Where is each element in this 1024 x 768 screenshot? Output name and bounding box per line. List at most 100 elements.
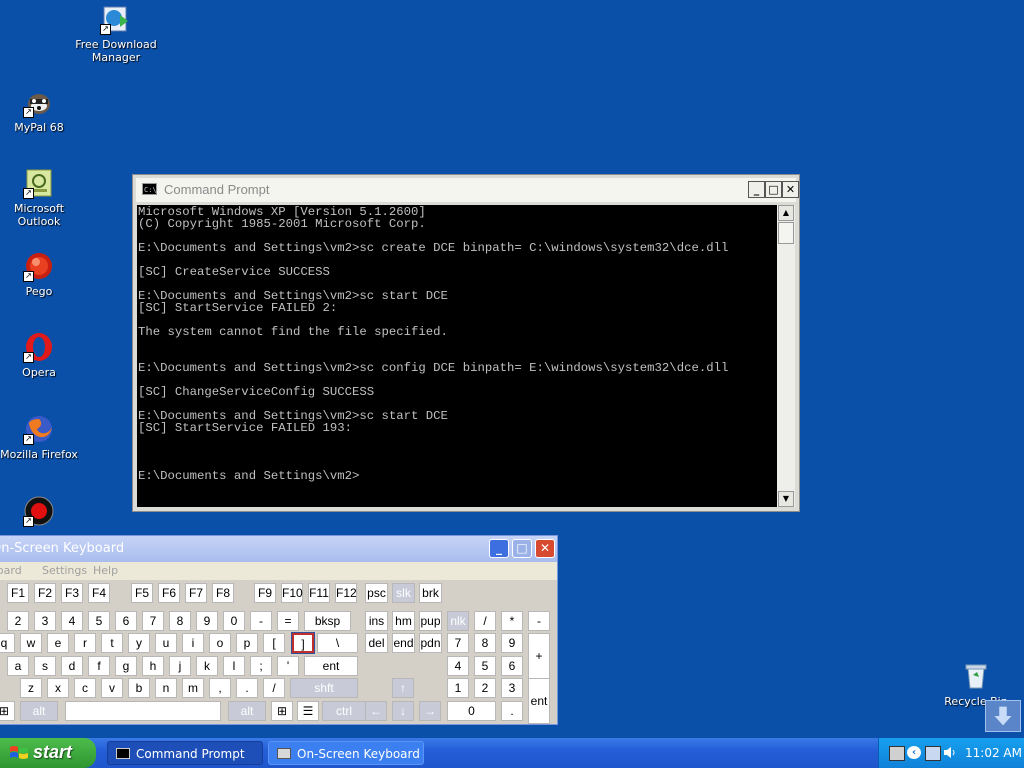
key-end[interactable]: end bbox=[392, 633, 415, 653]
key-0[interactable]: 0 bbox=[223, 611, 245, 631]
key-j[interactable]: j bbox=[169, 656, 191, 676]
menu-keyboard[interactable]: Keyboard bbox=[0, 564, 22, 577]
key-F10[interactable]: F10 bbox=[281, 583, 303, 603]
key-6[interactable]: 6 bbox=[501, 656, 523, 676]
key-=[interactable]: = bbox=[277, 611, 299, 631]
key-/[interactable]: / bbox=[263, 678, 285, 698]
key-F3[interactable]: F3 bbox=[61, 583, 83, 603]
scroll-thumb[interactable] bbox=[778, 222, 794, 244]
key-F9[interactable]: F9 bbox=[254, 583, 276, 603]
maximize-button[interactable]: □ bbox=[512, 539, 532, 558]
console-output-area[interactable]: Microsoft Windows XP [Version 5.1.2600] … bbox=[137, 205, 777, 507]
key-space[interactable] bbox=[65, 701, 221, 721]
key-y[interactable]: y bbox=[128, 633, 150, 653]
key-k[interactable]: k bbox=[196, 656, 218, 676]
key-w[interactable]: w bbox=[20, 633, 42, 653]
key-u[interactable]: u bbox=[155, 633, 177, 653]
key-p[interactable]: p bbox=[236, 633, 258, 653]
key-m[interactable]: m bbox=[182, 678, 204, 698]
key-hm[interactable]: hm bbox=[392, 611, 415, 631]
key-F8[interactable]: F8 bbox=[212, 583, 234, 603]
key-pdn[interactable]: pdn bbox=[419, 633, 442, 653]
desktop-icon-outlook[interactable]: ↗ Microsoft Outlook bbox=[0, 167, 89, 228]
key-n[interactable]: n bbox=[155, 678, 177, 698]
key-slk[interactable]: slk bbox=[392, 583, 415, 603]
key-ctrl[interactable]: ctrl bbox=[322, 701, 366, 721]
key-8[interactable]: 8 bbox=[474, 633, 496, 653]
taskbar-item-on-screen-keyboard[interactable]: On-Screen Keyboard bbox=[268, 741, 424, 765]
key-↓[interactable]: ↓ bbox=[392, 701, 414, 721]
key-9[interactable]: 9 bbox=[501, 633, 523, 653]
close-button[interactable]: ✕ bbox=[782, 181, 799, 198]
key--[interactable]: - bbox=[250, 611, 272, 631]
minimize-button[interactable]: _ bbox=[748, 181, 765, 198]
key-b[interactable]: b bbox=[128, 678, 150, 698]
taskbar-item-command-prompt[interactable]: Command Prompt bbox=[107, 741, 263, 765]
key-8[interactable]: 8 bbox=[169, 611, 191, 631]
key-←[interactable]: ← bbox=[365, 701, 387, 721]
desktop-icon-firefox[interactable]: ↗ Mozilla Firefox bbox=[0, 413, 89, 461]
key-.[interactable]: . bbox=[501, 701, 523, 721]
key-e[interactable]: e bbox=[47, 633, 69, 653]
key-del[interactable]: del bbox=[365, 633, 388, 653]
desktop-icon-recorder[interactable]: ↗ bbox=[0, 495, 89, 530]
key-2[interactable]: 2 bbox=[7, 611, 29, 631]
key-x[interactable]: x bbox=[47, 678, 69, 698]
key-F1[interactable]: F1 bbox=[7, 583, 29, 603]
chevron-left-icon[interactable]: ‹ bbox=[907, 746, 921, 759]
key-v[interactable]: v bbox=[101, 678, 123, 698]
key-/[interactable]: / bbox=[474, 611, 496, 631]
scroll-up-button[interactable]: ▲ bbox=[778, 205, 794, 221]
key-][interactable]: ] bbox=[291, 632, 315, 654]
key-7[interactable]: 7 bbox=[142, 611, 164, 631]
key-f[interactable]: f bbox=[88, 656, 110, 676]
key-5[interactable]: 5 bbox=[474, 656, 496, 676]
key-9[interactable]: 9 bbox=[196, 611, 218, 631]
maximize-button[interactable]: □ bbox=[765, 181, 782, 198]
scroll-down-button[interactable]: ▼ bbox=[778, 491, 794, 507]
key-F6[interactable]: F6 bbox=[158, 583, 180, 603]
key-a[interactable]: a bbox=[7, 656, 29, 676]
desktop-icon-pego[interactable]: ↗ Pego bbox=[0, 250, 89, 298]
key-0[interactable]: 0 bbox=[447, 701, 496, 721]
title-bar[interactable]: On-Screen Keyboard _ □ ✕ bbox=[0, 536, 557, 562]
desktop-icon-opera[interactable]: ↗ Opera bbox=[0, 331, 89, 379]
key-l[interactable]: l bbox=[223, 656, 245, 676]
desktop-icon-mypal[interactable]: ↗ MyPal 68 bbox=[0, 86, 89, 134]
key-alt[interactable]: alt bbox=[228, 701, 266, 721]
key-F5[interactable]: F5 bbox=[131, 583, 153, 603]
on-screen-keyboard-window[interactable]: On-Screen Keyboard _ □ ✕ Keyboard Settin… bbox=[0, 535, 558, 725]
keyboard-tray-icon[interactable] bbox=[889, 746, 905, 761]
key-2[interactable]: 2 bbox=[474, 678, 496, 698]
key-F2[interactable]: F2 bbox=[34, 583, 56, 603]
key-⊞[interactable]: ⊞ bbox=[271, 701, 293, 721]
key-h[interactable]: h bbox=[142, 656, 164, 676]
clock[interactable]: 11:02 AM bbox=[965, 746, 1022, 760]
menu-help[interactable]: Help bbox=[93, 564, 118, 577]
key-bksp[interactable]: bksp bbox=[304, 611, 351, 631]
download-arrow-icon[interactable] bbox=[985, 700, 1021, 732]
menu-settings[interactable]: Settings bbox=[42, 564, 87, 577]
key-3[interactable]: 3 bbox=[34, 611, 56, 631]
key-brk[interactable]: brk bbox=[419, 583, 442, 603]
key-5[interactable]: 5 bbox=[88, 611, 110, 631]
key-z[interactable]: z bbox=[20, 678, 42, 698]
key-psc[interactable]: psc bbox=[365, 583, 388, 603]
key-ent[interactable]: ent bbox=[528, 678, 550, 724]
network-icon[interactable] bbox=[925, 746, 941, 761]
key-'[interactable]: ' bbox=[277, 656, 299, 676]
key-shft[interactable]: shft bbox=[290, 678, 358, 698]
key-⊞[interactable]: ⊞ bbox=[0, 701, 15, 721]
minimize-button[interactable]: _ bbox=[489, 539, 509, 558]
key-\[interactable]: \ bbox=[317, 633, 358, 653]
key-[[interactable]: [ bbox=[263, 633, 285, 653]
key-→[interactable]: → bbox=[419, 701, 441, 721]
key-F7[interactable]: F7 bbox=[185, 583, 207, 603]
key-4[interactable]: 4 bbox=[61, 611, 83, 631]
key-t[interactable]: t bbox=[101, 633, 123, 653]
key-q[interactable]: q bbox=[0, 633, 15, 653]
start-button[interactable]: start bbox=[0, 738, 96, 768]
key-o[interactable]: o bbox=[209, 633, 231, 653]
key-4[interactable]: 4 bbox=[447, 656, 469, 676]
vertical-scrollbar[interactable]: ▲ ▼ bbox=[777, 205, 795, 507]
